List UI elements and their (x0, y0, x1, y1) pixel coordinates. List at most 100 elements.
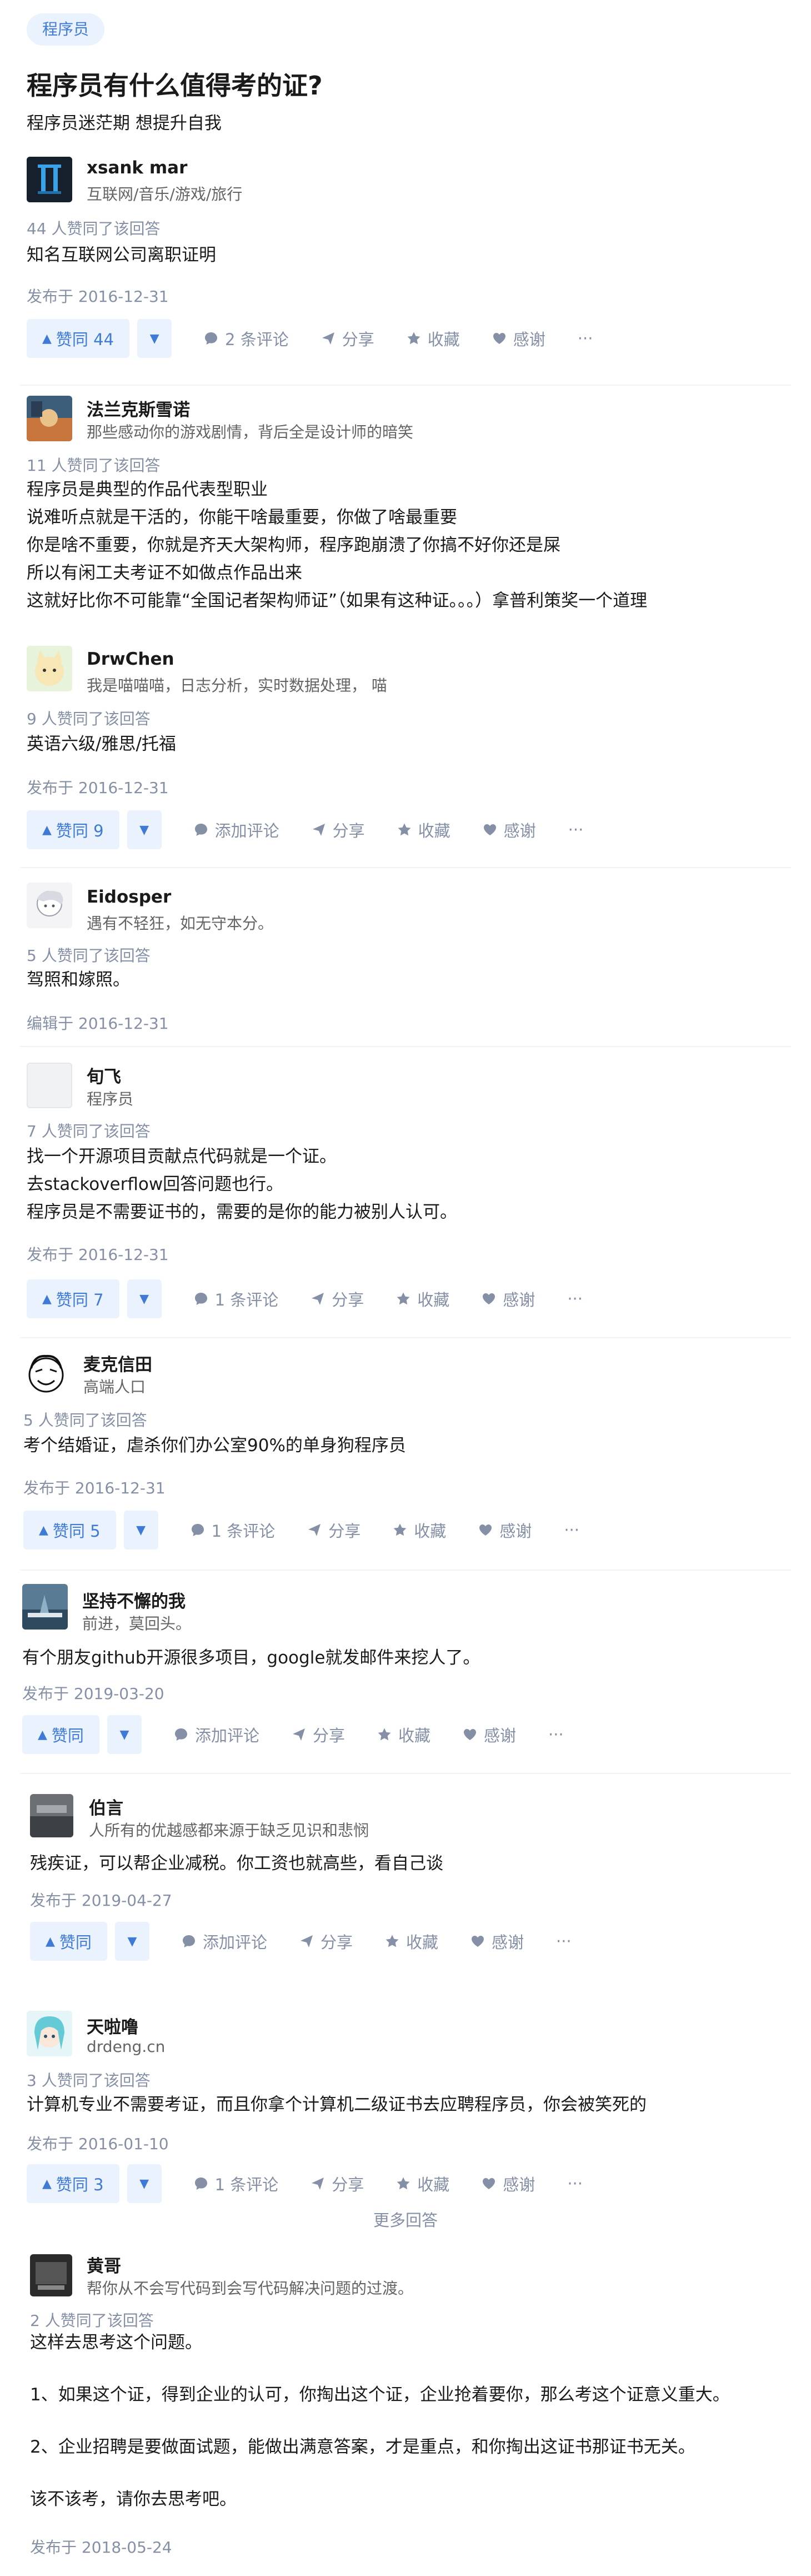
thanks-button[interactable]: 感谢 (482, 2172, 535, 2195)
author-name[interactable]: 旬飞 (87, 1063, 121, 1088)
thanks-button[interactable]: 感谢 (482, 1287, 535, 1311)
comment-button[interactable]: 1 条评论 (191, 1518, 275, 1542)
downvote-button[interactable]: ▼ (127, 2164, 162, 2203)
answer-date[interactable]: 发布于 2016-12-31 (23, 1476, 166, 1498)
author-name[interactable]: 麦克信田 (83, 1351, 152, 1376)
more-button[interactable]: ··· (556, 1932, 572, 1951)
share-button[interactable]: 分享 (312, 818, 365, 841)
triangle-down-icon: ▼ (127, 1934, 137, 1949)
answer-actions: ▲ 赞同 44 ▼ 2 条评论 分享 收藏 感谢 ··· (27, 319, 593, 358)
comment-button[interactable]: 2 条评论 (204, 327, 289, 350)
answer-date[interactable]: 发布于 2016-12-31 (27, 285, 169, 307)
avatar[interactable] (30, 1794, 73, 1837)
share-label: 分享 (328, 1522, 361, 1541)
downvote-button[interactable]: ▼ (127, 810, 162, 849)
more-button[interactable]: ··· (567, 2174, 583, 2193)
answer-paragraph: 计算机专业不需要考证，而且你拿个计算机二级证书去应聘程序员，你会被笑死的 (27, 2095, 647, 2115)
comment-button[interactable]: 1 条评论 (194, 1287, 278, 1311)
comment-button[interactable]: 1 条评论 (194, 2172, 278, 2195)
author-name[interactable]: 法兰克斯雪诺 (87, 396, 190, 421)
share-button[interactable]: 分享 (321, 327, 374, 350)
share-button[interactable]: 分享 (299, 1930, 353, 1953)
share-button[interactable]: 分享 (311, 1287, 364, 1311)
upvote-button[interactable]: ▲ 赞同 7 (27, 1279, 119, 1318)
avatar[interactable] (27, 646, 72, 691)
thanks-button[interactable]: 感谢 (463, 1723, 516, 1746)
answer-item: 天啦噜 drdeng.cn 3 人赞同了该回答 计算机专业不需要考证，而且你拿个… (20, 1995, 791, 2212)
favorite-button[interactable]: 收藏 (393, 1518, 446, 1542)
more-button[interactable]: ··· (564, 1521, 579, 1539)
more-button[interactable]: ··· (567, 1289, 583, 1308)
favorite-button[interactable]: 收藏 (385, 1930, 438, 1953)
answer-date[interactable]: 发布于 2018-05-24 (30, 2535, 172, 2558)
favorite-button[interactable]: 收藏 (407, 327, 460, 350)
author-name[interactable]: 伯言 (89, 1794, 123, 1819)
question-title: 程序员有什么值得考的证? (27, 71, 323, 101)
answer-date[interactable]: 编辑于 2016-12-31 (27, 1012, 169, 1034)
favorite-button[interactable]: 收藏 (377, 1723, 430, 1746)
answer-date[interactable]: 发布于 2016-12-31 (27, 776, 169, 798)
answer-date[interactable]: 发布于 2016-12-31 (27, 1243, 169, 1265)
author-bio: 帮你从不会写代码到会写代码解决问题的过渡。 (87, 2279, 414, 2298)
triangle-up-icon: ▲ (42, 331, 52, 346)
share-button[interactable]: 分享 (292, 1723, 345, 1746)
triangle-down-icon: ▼ (139, 2176, 149, 2191)
share-button[interactable]: 分享 (307, 1518, 361, 1542)
downvote-button[interactable]: ▼ (123, 1511, 158, 1549)
answer-item: 法兰克斯雪诺 那些感动你的游戏剧情，背后全是设计师的暗笑 11 人赞同了该回答 … (20, 386, 791, 632)
avatar[interactable] (27, 1063, 72, 1108)
favorite-button[interactable]: 收藏 (396, 2172, 449, 2195)
answer-date[interactable]: 发布于 2019-03-20 (22, 1682, 164, 1704)
downvote-button[interactable]: ▼ (114, 1922, 149, 1961)
downvote-button[interactable]: ▼ (127, 1279, 162, 1318)
avatar[interactable] (22, 1584, 68, 1630)
thanks-button[interactable]: 感谢 (470, 1930, 524, 1953)
upvote-label: 赞同 5 (52, 1522, 101, 1541)
thanks-button[interactable]: 感谢 (483, 818, 536, 841)
more-button[interactable]: ··· (548, 1725, 564, 1744)
upvote-button[interactable]: ▲ 赞同 5 (23, 1511, 116, 1549)
upvote-label: 赞同 9 (56, 821, 104, 840)
avatar[interactable] (27, 2011, 72, 2056)
comment-icon (191, 1524, 204, 1536)
author-name[interactable]: 坚持不懈的我 (82, 1587, 186, 1612)
thanks-button[interactable]: 感谢 (492, 327, 545, 350)
downvote-button[interactable]: ▼ (137, 319, 172, 358)
comment-button[interactable]: 添加评论 (182, 1930, 267, 1953)
comment-icon (194, 824, 207, 836)
avatar[interactable] (30, 2254, 72, 2296)
answer-date[interactable]: 发布于 2016-01-10 (27, 2132, 169, 2154)
answer-date[interactable]: 发布于 2019-04-27 (30, 1889, 172, 1911)
author-name[interactable]: 天啦噜 (87, 2013, 138, 2038)
comment-button[interactable]: 添加评论 (174, 1723, 259, 1746)
more-button[interactable]: ··· (568, 820, 584, 839)
avatar[interactable] (27, 157, 72, 202)
more-answers-link[interactable]: 更多回答 (0, 2208, 811, 2231)
author-name[interactable]: 黄哥 (87, 2252, 121, 2277)
triangle-down-icon: ▼ (149, 331, 159, 346)
thanks-button[interactable]: 感谢 (478, 1518, 532, 1542)
author-name[interactable]: xsank mar (87, 158, 187, 178)
vote-count-text: 3 人赞同了该回答 (27, 2071, 151, 2090)
question-header: 程序员 程序员有什么值得考的证? 程序员迷茫期 想提升自我 (0, 0, 811, 145)
comment-button[interactable]: 添加评论 (194, 818, 279, 841)
answer-content: 程序员是典型的作品代表型职业 说难听点就是干活的，你能干啥最重要，你做了啥最重要… (27, 476, 647, 615)
avatar[interactable] (23, 1352, 69, 1397)
upvote-button[interactable]: ▲ 赞同 44 (27, 319, 130, 358)
author-name[interactable]: DrwChen (87, 649, 174, 669)
more-button[interactable]: ··· (578, 329, 593, 348)
upvote-button[interactable]: ▲ 赞同 (22, 1715, 99, 1754)
upvote-button[interactable]: ▲ 赞同 (30, 1922, 107, 1961)
avatar[interactable] (27, 396, 72, 441)
avatar[interactable] (27, 883, 72, 928)
upvote-button[interactable]: ▲ 赞同 3 (27, 2164, 119, 2203)
favorite-button[interactable]: 收藏 (396, 1287, 449, 1311)
author-name[interactable]: Eidosper (87, 887, 171, 907)
answer-paragraph: 残疾证，可以帮企业减税。你工资也就高些，看自己谈 (30, 1853, 443, 1874)
topic-tag[interactable]: 程序员 (27, 13, 105, 46)
downvote-button[interactable]: ▼ (107, 1715, 142, 1754)
share-button[interactable]: 分享 (311, 2172, 364, 2195)
upvote-button[interactable]: ▲ 赞同 9 (27, 810, 119, 849)
favorite-button[interactable]: 收藏 (397, 818, 450, 841)
answer-content: 有个朋友github开源很多项目，google就发邮件来挖人了。 (22, 1644, 480, 1672)
